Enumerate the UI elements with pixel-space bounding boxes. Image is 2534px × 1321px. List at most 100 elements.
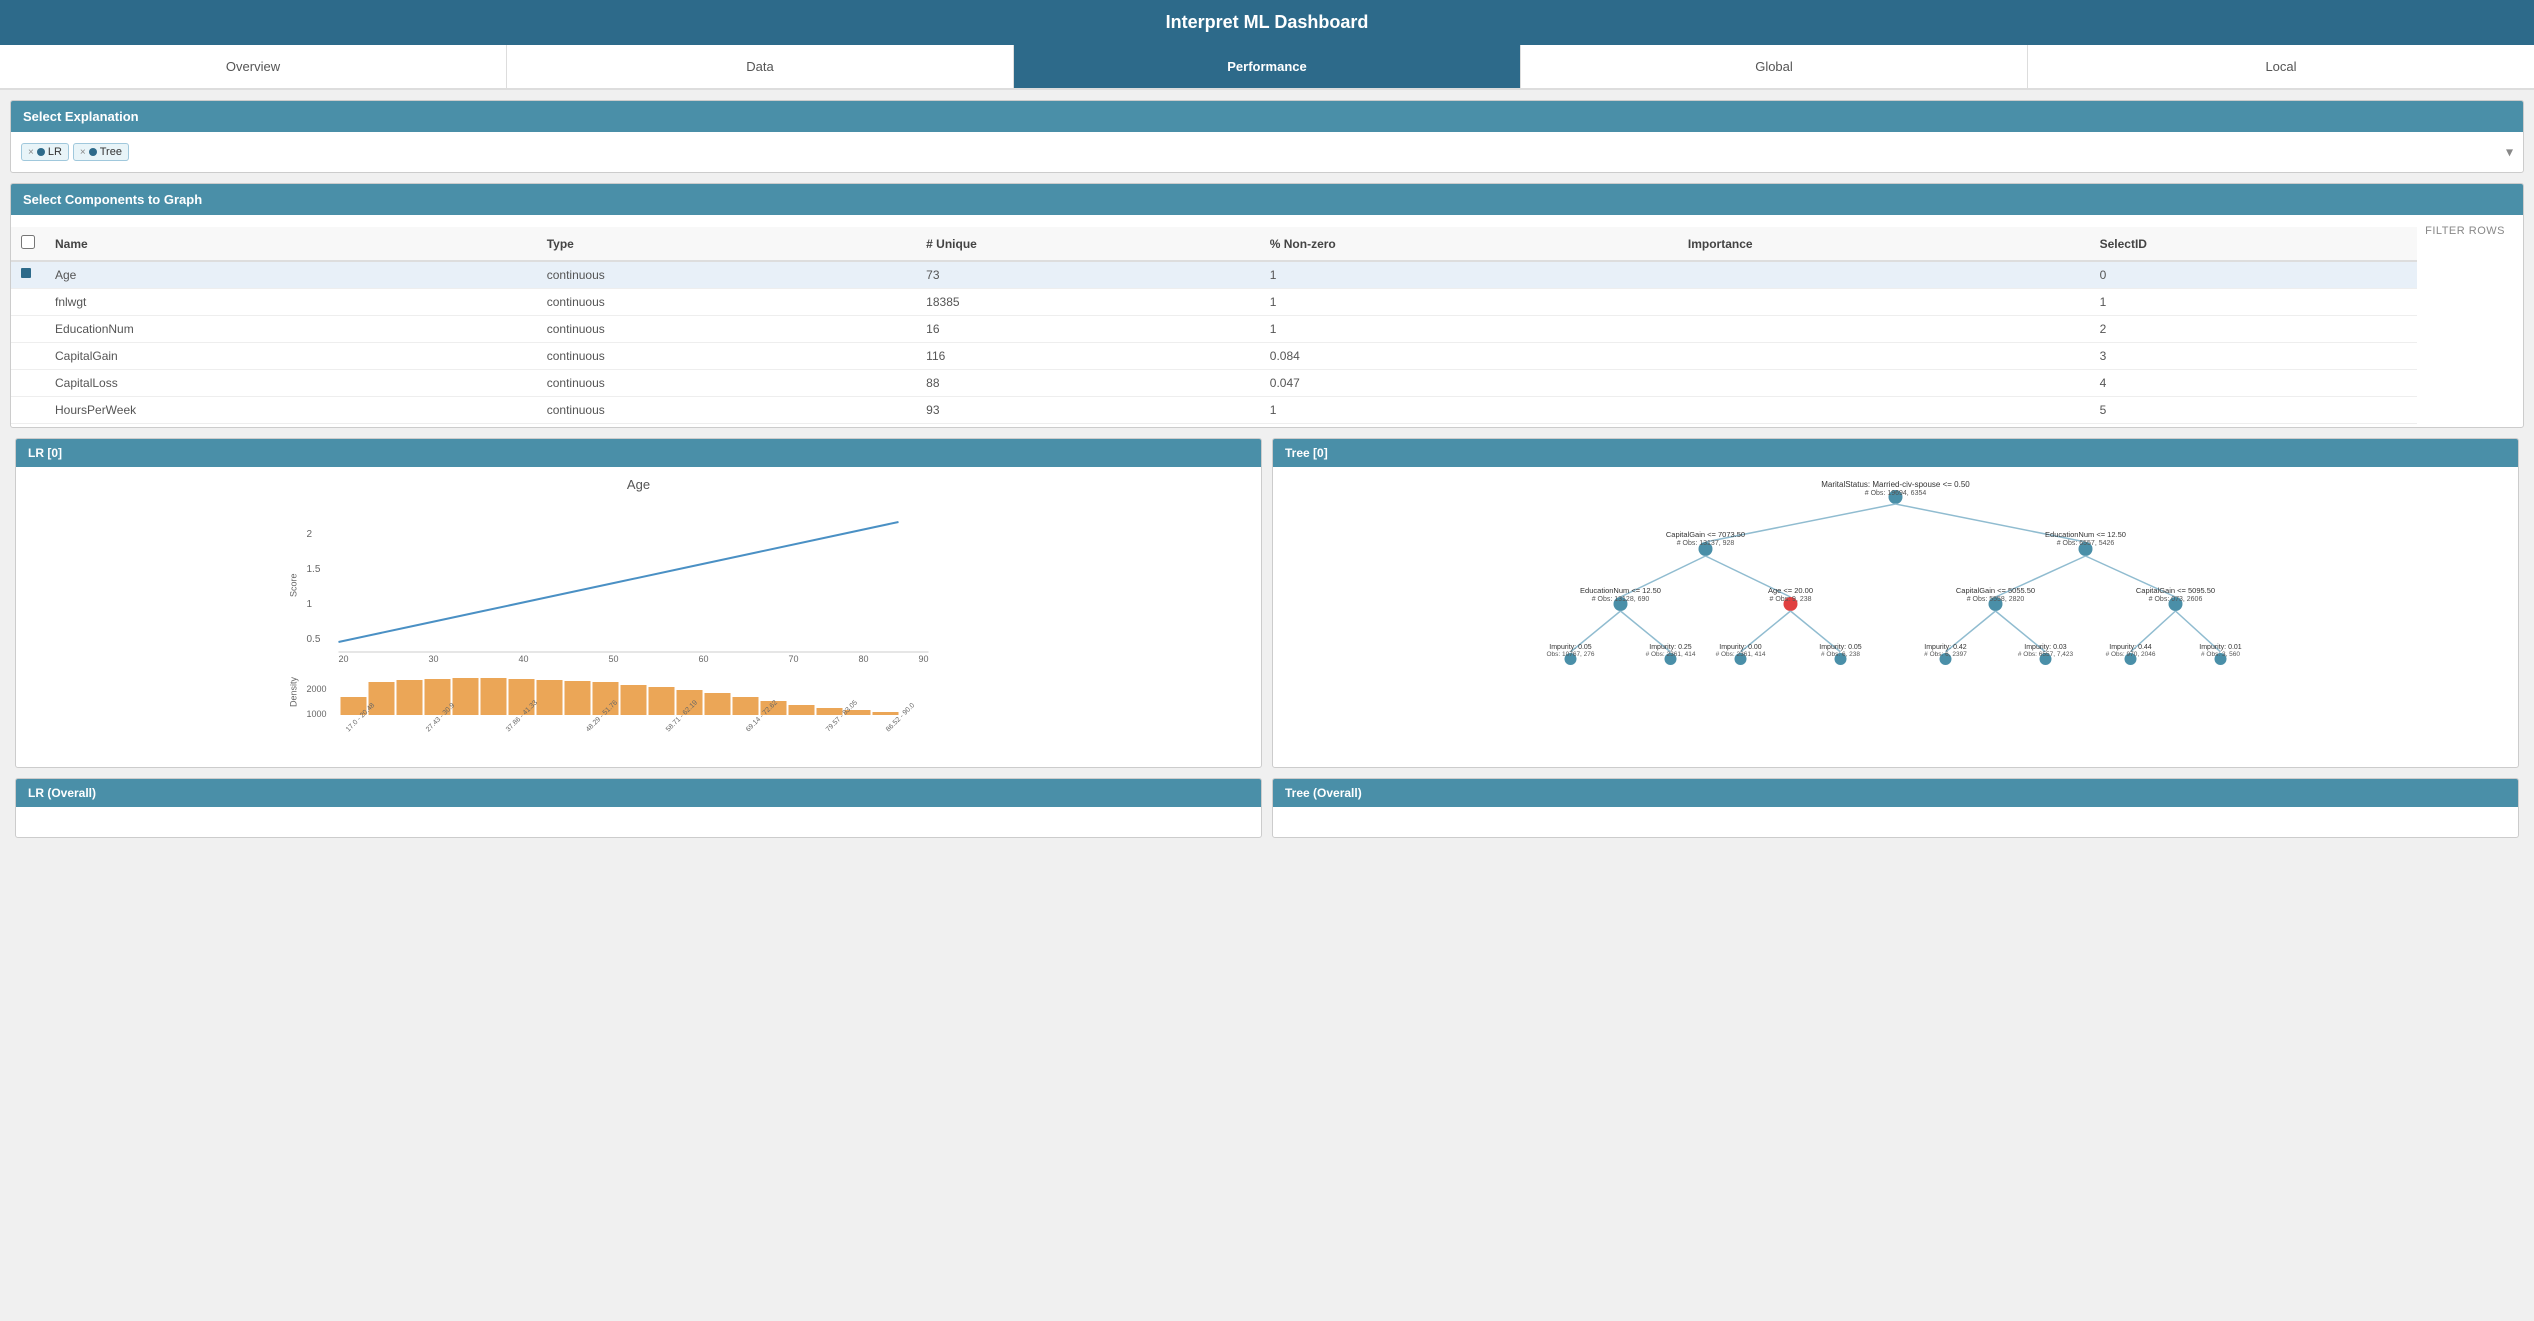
col-type: Type	[537, 227, 916, 261]
svg-text:# Obs: 6557, 7,423: # Obs: 6557, 7,423	[2018, 651, 2074, 658]
svg-text:Impurity: 0.42: Impurity: 0.42	[1924, 644, 1967, 651]
svg-text:Impurity: 0.03: Impurity: 0.03	[2024, 644, 2067, 651]
cell-unique-0: 73	[916, 261, 1260, 289]
cell-selectid-5: 5	[2090, 397, 2418, 424]
cell-nonzero-0: 1	[1260, 261, 1678, 289]
row-indicator-0	[21, 268, 31, 278]
svg-text:EducationNum <= 12.50: EducationNum <= 12.50	[1580, 586, 1661, 595]
col-importance: Importance	[1678, 227, 2090, 261]
tab-data[interactable]: Data	[507, 45, 1014, 88]
svg-text:Impurity: 0.44: Impurity: 0.44	[2109, 644, 2152, 651]
tab-overview[interactable]: Overview	[0, 45, 507, 88]
cell-type-3: continuous	[537, 343, 916, 370]
cell-unique-1: 18385	[916, 289, 1260, 316]
cell-unique-5: 93	[916, 397, 1260, 424]
tree-overall-body	[1273, 807, 2518, 837]
bottom-panels-row2: LR (Overall) Tree (Overall)	[10, 778, 2524, 838]
tree-overall-panel: Tree (Overall)	[1272, 778, 2519, 838]
table-row[interactable]: CapitalLoss continuous 88 0.047 4	[11, 370, 2417, 397]
cell-type-6: categorical	[537, 424, 916, 428]
svg-text:MaritalStatus: Married-civ-spo: MaritalStatus: Married-civ-spouse <= 0.5…	[1821, 480, 1970, 489]
components-table-container[interactable]: Name Type # Unique % Non-zero Importance…	[11, 227, 2417, 427]
cell-type-2: continuous	[537, 316, 916, 343]
table-row[interactable]: WorkClass. ? categorical 2 0.056 6	[11, 424, 2417, 428]
cell-type-4: continuous	[537, 370, 916, 397]
svg-text:CapitalGain <= 7073.50: CapitalGain <= 7073.50	[1666, 530, 1745, 539]
cell-importance-6	[1678, 424, 2090, 428]
table-row[interactable]: CapitalGain continuous 116 0.084 3	[11, 343, 2417, 370]
svg-text:# Obs: 2361, 414: # Obs: 2361, 414	[1646, 651, 1696, 658]
cell-importance-2	[1678, 316, 2090, 343]
cell-selectid-0: 0	[2090, 261, 2418, 289]
cell-name-4: CapitalLoss	[45, 370, 537, 397]
filter-rows-button[interactable]: FILTER ROWS	[2417, 221, 2513, 241]
cell-selectid-4: 4	[2090, 370, 2418, 397]
cell-selectid-1: 1	[2090, 289, 2418, 316]
cell-selectid-2: 2	[2090, 316, 2418, 343]
tree-panel: Tree [0] MaritalStatus: Married-civ-spou…	[1272, 438, 2519, 768]
lr-overall-title: LR (Overall)	[28, 786, 96, 800]
table-row[interactable]: fnlwgt continuous 18385 1 1	[11, 289, 2417, 316]
svg-text:90: 90	[919, 654, 929, 664]
tag-tree-label: Tree	[100, 146, 122, 158]
lr-overall-header: LR (Overall)	[16, 779, 1261, 807]
tree-overall-header: Tree (Overall)	[1273, 779, 2518, 807]
svg-text:# Obs: 13128, 690: # Obs: 13128, 690	[1592, 596, 1650, 603]
cell-importance-4	[1678, 370, 2090, 397]
table-row[interactable]: EducationNum continuous 16 1 2	[11, 316, 2417, 343]
cell-importance-5	[1678, 397, 2090, 424]
tab-global[interactable]: Global	[1521, 45, 2028, 88]
bottom-panels-row1: LR [0] Age 2 1.5 1 0.5 Score 20 30 40 50	[10, 438, 2524, 768]
cell-nonzero-4: 0.047	[1260, 370, 1678, 397]
svg-text:# Obs: 19694, 6354: # Obs: 19694, 6354	[1865, 490, 1927, 497]
svg-text:79.57 - 83.05: 79.57 - 83.05	[825, 699, 859, 733]
svg-text:1: 1	[307, 599, 313, 610]
tag-lr[interactable]: × LR	[21, 143, 69, 161]
tab-performance[interactable]: Performance	[1014, 45, 1521, 88]
tag-tree-remove[interactable]: ×	[80, 147, 86, 158]
lr-panel-body: Age 2 1.5 1 0.5 Score 20 30 40 50 60 70	[16, 467, 1261, 747]
svg-text:Impurity: 0.05: Impurity: 0.05	[1549, 644, 1592, 651]
tree-panel-header: Tree [0]	[1273, 439, 2518, 467]
select-all-checkbox[interactable]	[21, 235, 35, 249]
svg-text:# Obs: 6557, 5426: # Obs: 6557, 5426	[2057, 540, 2115, 547]
select-explanation-card: Select Explanation × LR × Tree ▾	[10, 100, 2524, 173]
svg-text:EducationNum <= 12.50: EducationNum <= 12.50	[2045, 530, 2126, 539]
svg-text:40: 40	[519, 654, 529, 664]
cell-nonzero-3: 0.084	[1260, 343, 1678, 370]
svg-text:1000: 1000	[307, 709, 327, 719]
svg-text:# Obs: 3, 560: # Obs: 3, 560	[2201, 651, 2240, 658]
table-row[interactable]: HoursPerWeek continuous 93 1 5	[11, 397, 2417, 424]
table-row[interactable]: Age continuous 73 1 0	[11, 261, 2417, 289]
svg-text:# Obs: 073, 2606: # Obs: 073, 2606	[2149, 596, 2203, 603]
svg-text:50: 50	[609, 654, 619, 664]
tags-area[interactable]: × LR × Tree ▾	[11, 132, 2523, 172]
col-name: Name	[45, 227, 537, 261]
components-body: FILTER ROWS Name Type # Unique % Non-zer…	[11, 215, 2523, 427]
select-components-card: Select Components to Graph FILTER ROWS N…	[10, 183, 2524, 428]
tree-panel-title: Tree [0]	[1285, 446, 1328, 460]
cell-name-5: HoursPerWeek	[45, 397, 537, 424]
svg-text:Impurity: 0.05: Impurity: 0.05	[1819, 644, 1862, 651]
svg-text:0.5: 0.5	[307, 634, 321, 645]
cell-nonzero-1: 1	[1260, 289, 1678, 316]
tag-lr-dot	[37, 148, 45, 156]
select-explanation-header: Select Explanation	[11, 101, 2523, 132]
tag-lr-remove[interactable]: ×	[28, 147, 34, 158]
cell-type-5: continuous	[537, 397, 916, 424]
svg-text:# Obs: 6, 238: # Obs: 6, 238	[1821, 651, 1860, 658]
svg-text:Obs: 10767, 276: Obs: 10767, 276	[1546, 651, 1594, 658]
svg-text:# Obs: 2361, 414: # Obs: 2361, 414	[1716, 651, 1766, 658]
tags-dropdown-arrow[interactable]: ▾	[2506, 144, 2513, 161]
tree-chart-svg: MaritalStatus: Married-civ-spouse <= 0.5…	[1283, 477, 2508, 767]
svg-text:# Obs: 9, 238: # Obs: 9, 238	[1769, 596, 1811, 603]
col-selectid: SelectID	[2090, 227, 2418, 261]
tag-tree[interactable]: × Tree	[73, 143, 129, 161]
svg-text:Impurity: 0.25: Impurity: 0.25	[1649, 644, 1692, 651]
svg-text:# Obs: 970, 2046: # Obs: 970, 2046	[2106, 651, 2156, 658]
svg-text:# Obs: 6, 2397: # Obs: 6, 2397	[1924, 651, 1967, 658]
svg-text:Impurity: 0.00: Impurity: 0.00	[1719, 644, 1762, 651]
tab-local[interactable]: Local	[2028, 45, 2534, 88]
svg-text:# Obs: 5558, 2820: # Obs: 5558, 2820	[1967, 596, 2025, 603]
lr-panel: LR [0] Age 2 1.5 1 0.5 Score 20 30 40 50	[15, 438, 1262, 768]
